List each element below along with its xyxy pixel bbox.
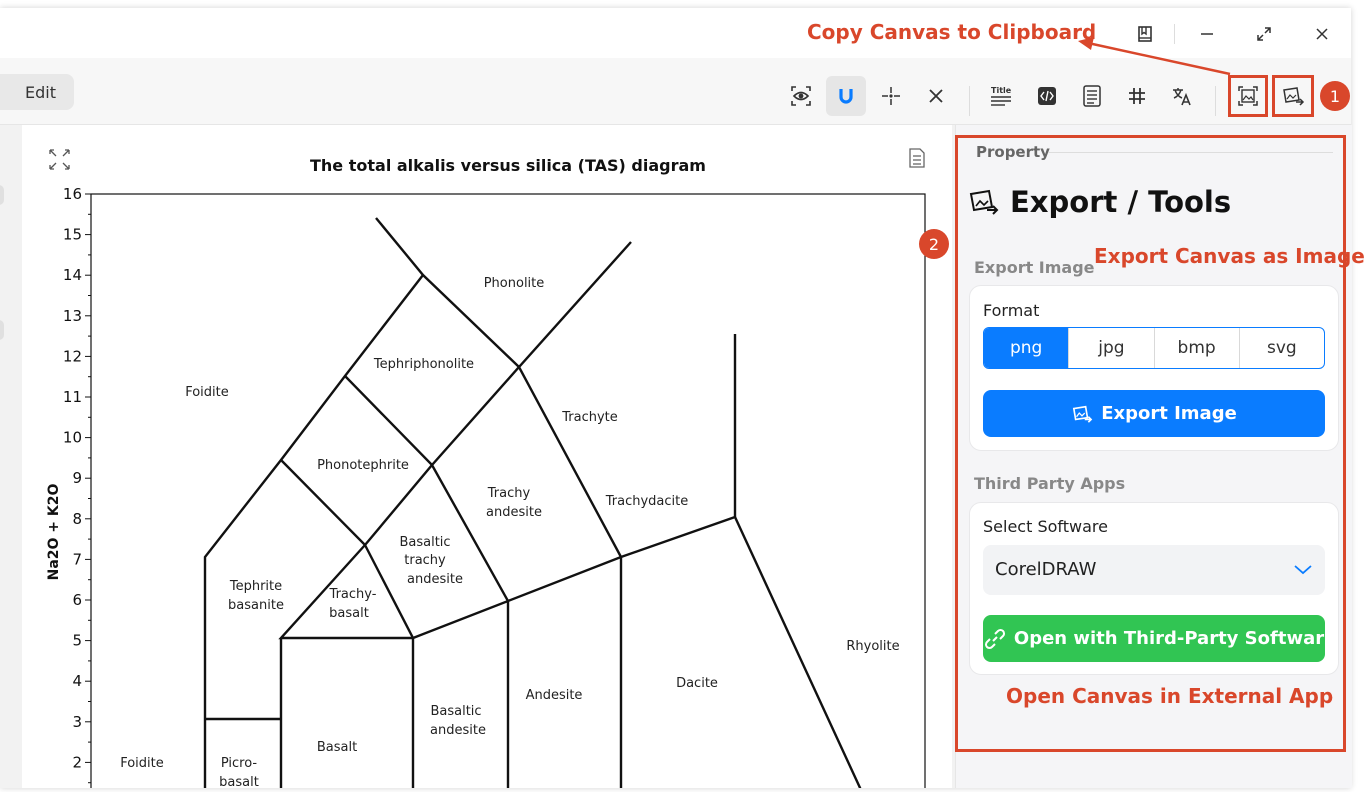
title-icon[interactable]: Title xyxy=(981,76,1021,116)
field-label: andesite xyxy=(486,505,542,520)
y-tick-label: 2 xyxy=(72,753,82,771)
magnet-icon[interactable] xyxy=(826,76,866,116)
field-label: andesite xyxy=(407,572,463,587)
left-panel-handle[interactable] xyxy=(0,320,4,340)
annotation-export-canvas: Export Canvas as Image xyxy=(1094,244,1365,268)
left-panel-handle[interactable] xyxy=(0,185,4,205)
y-axis-ticks: 12345678910111213141516 xyxy=(63,185,91,784)
y-tick-label: 11 xyxy=(63,388,82,406)
field-label: Tephriphonolite xyxy=(373,357,474,372)
tas-diagram: The total alkalis versus silica (TAS) di… xyxy=(46,148,926,792)
field-label: Trachy- xyxy=(329,587,377,602)
document-icon[interactable] xyxy=(909,148,925,168)
crosshair-icon[interactable] xyxy=(871,76,911,116)
list-icon[interactable] xyxy=(1072,76,1112,116)
field-label: basalt xyxy=(219,775,259,788)
fullscreen-icon[interactable] xyxy=(49,149,70,170)
y-tick-label: 10 xyxy=(63,429,82,447)
y-axis-label: Na2O + K2O xyxy=(46,484,62,581)
y-tick-label: 6 xyxy=(72,591,82,609)
edit-button[interactable]: Edit xyxy=(0,74,74,110)
canvas-area: The total alkalis versus silica (TAS) di… xyxy=(0,125,955,792)
y-tick-label: 13 xyxy=(63,307,82,325)
annotation-copy-canvas: Copy Canvas to Clipboard xyxy=(807,20,1097,44)
y-tick-label: 14 xyxy=(63,266,82,284)
toolbar-separator xyxy=(969,86,970,116)
field-label: Rhyolite xyxy=(846,639,899,654)
field-label: trachy xyxy=(404,553,446,568)
eye-icon[interactable] xyxy=(781,76,821,116)
field-label: Basaltic xyxy=(430,704,481,719)
badge-1: 1 xyxy=(1320,81,1350,111)
field-label: Basaltic xyxy=(399,535,450,550)
field-label: Trachy xyxy=(487,486,531,501)
field-label: Foidite xyxy=(120,756,164,771)
y-tick-label: 3 xyxy=(72,713,82,731)
annotation-arrow xyxy=(1078,37,1231,76)
field-label: andesite xyxy=(430,723,486,738)
field-label: Trachydacite xyxy=(605,494,689,509)
y-tick-label: 8 xyxy=(72,510,82,528)
y-tick-label: 7 xyxy=(72,550,82,568)
field-label: Basalt xyxy=(317,740,357,755)
highlight-export-button xyxy=(1272,75,1314,117)
close-x-icon[interactable] xyxy=(916,76,956,116)
field-label: Dacite xyxy=(676,676,718,691)
code-icon[interactable] xyxy=(1027,76,1067,116)
highlight-copy-button xyxy=(1228,75,1268,117)
field-label: Tephrite xyxy=(229,579,282,594)
grid-icon[interactable] xyxy=(1117,76,1157,116)
translate-icon[interactable] xyxy=(1162,76,1202,116)
badge-2: 2 xyxy=(919,229,949,259)
title-icon-text: Title xyxy=(991,86,1012,95)
diagram-title: The total alkalis versus silica (TAS) di… xyxy=(310,156,706,175)
field-label: basanite xyxy=(228,598,284,613)
y-tick-label: 5 xyxy=(72,632,82,650)
field-label: Phonolite xyxy=(484,276,545,291)
field-label: basalt xyxy=(329,606,369,621)
close-icon[interactable] xyxy=(1305,19,1339,49)
maximize-icon[interactable] xyxy=(1247,19,1281,49)
y-tick-label: 4 xyxy=(72,672,82,690)
y-tick-label: 15 xyxy=(63,226,82,244)
y-tick-label: 9 xyxy=(72,469,82,487)
field-label: Andesite xyxy=(526,688,583,703)
field-label: Picro- xyxy=(221,756,258,771)
field-label: Foidite xyxy=(185,385,229,400)
y-tick-label: 16 xyxy=(63,185,82,203)
toolbar-separator xyxy=(1215,86,1216,116)
diagram-canvas[interactable]: The total alkalis versus silica (TAS) di… xyxy=(22,125,952,792)
y-tick-label: 12 xyxy=(63,347,82,365)
field-label: Trachyte xyxy=(561,410,618,425)
highlight-property-panel xyxy=(955,135,1346,752)
field-label: Phonotephrite xyxy=(317,458,409,473)
annotation-external-app: Open Canvas in External App xyxy=(1006,684,1334,708)
